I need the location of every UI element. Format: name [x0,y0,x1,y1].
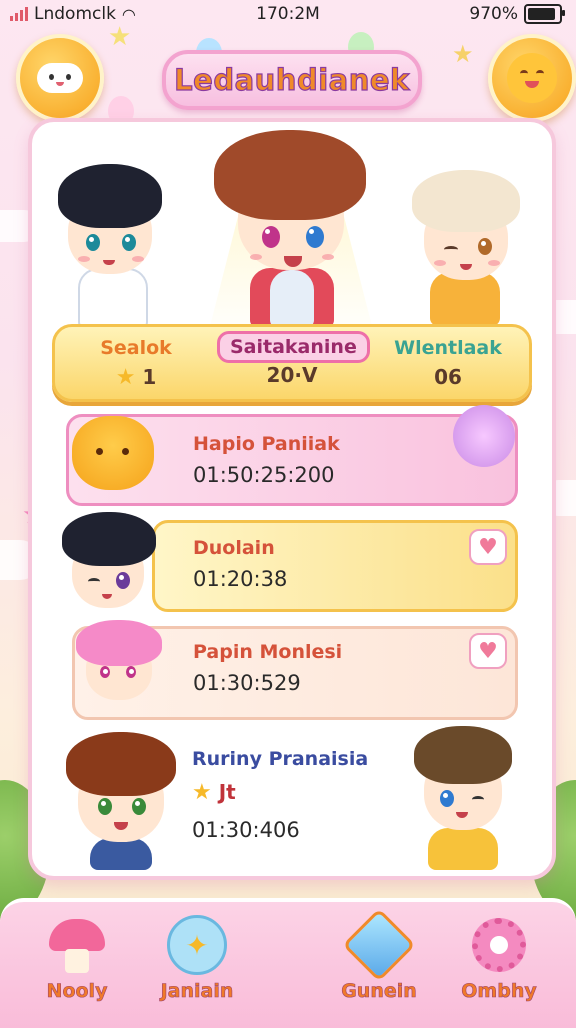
podium-rank3-score: 06 [434,365,462,389]
monster-sticker-icon [453,405,515,467]
player-name: Ruriny Pranaisia [192,748,369,770]
like-button[interactable]: ♥ [469,529,507,565]
mushroom-house-icon [44,912,110,978]
podium-rank1-name: Saitakanine [217,331,370,363]
player-time: 01:30:529 [193,671,301,695]
player-badge: Jt [218,780,236,804]
nav-label: Janiain [160,980,234,1003]
player-name: Duolain [193,537,275,559]
player-time: 01:20:38 [193,567,288,591]
heart-icon: ♥ [478,638,498,664]
smiley-icon [507,53,557,103]
page-title: Ledauhdianek [174,62,410,97]
like-button[interactable]: ♥ [469,633,507,669]
profile-button[interactable] [16,34,104,122]
podium-rank1[interactable]: Saitakanine 20·V [217,327,370,399]
rank1-avatar [200,118,380,328]
battery-icon [524,4,565,24]
status-bar: Lndomclk ◠ 170:2M 970% [0,0,576,28]
player-avatar [408,724,518,870]
star-icon: ★ [115,365,136,390]
cloud-face-icon [37,63,83,93]
podium-rank2-score: 1 [142,365,157,389]
player-time: 01:30:406 [192,818,300,842]
player-name: Hapio Paniiak [193,433,340,455]
emoji-button[interactable] [488,34,576,122]
rank2-avatar [40,156,180,330]
gem-icon [342,908,416,982]
magic-wand-icon: ✦ [164,912,230,978]
fox-avatar [62,402,158,498]
top3-podium: Sealok ★ 1 Saitakanine 20·V Wlentlaak 06 [52,324,532,402]
podium-rank3[interactable]: Wlentlaak 06 [373,327,523,399]
battery-percent: 970% [469,4,518,24]
bottom-nav: Nooly ✦ Janiain Gunein Ombhy [0,898,576,1028]
player-avatar [58,730,184,870]
player-name: Papin Monlesi [193,641,343,663]
rank3-avatar [398,160,534,326]
podium-rank2[interactable]: Sealok ★ 1 [61,327,211,399]
player-time: 01:50:25:200 [193,463,335,487]
leaderboard-title-banner: Ledauhdianek [162,50,422,110]
list-item[interactable]: Duolain 01:20:38 ♥ [152,520,518,612]
podium-rank3-name: Wlentlaak [394,337,502,359]
nav-label: Ombhy [461,980,537,1003]
player-avatar [66,616,170,712]
nav-item-magic[interactable]: ✦ Janiain [142,902,252,1022]
nav-label: Gunein [341,980,417,1003]
podium-rank1-score: 20·V [266,363,318,387]
nav-item-settings[interactable]: Ombhy [444,902,554,1022]
clock: 170:2M [256,4,320,24]
podium-rank2-name: Sealok [100,337,172,359]
nav-item-gem[interactable]: Gunein [324,902,434,1022]
star-icon: ★ [192,780,212,805]
nav-item-home[interactable]: Nooly [22,902,132,1022]
gear-icon [466,912,532,978]
heart-icon: ♥ [478,534,498,560]
nav-label: Nooly [46,980,108,1003]
player-avatar [52,508,162,620]
